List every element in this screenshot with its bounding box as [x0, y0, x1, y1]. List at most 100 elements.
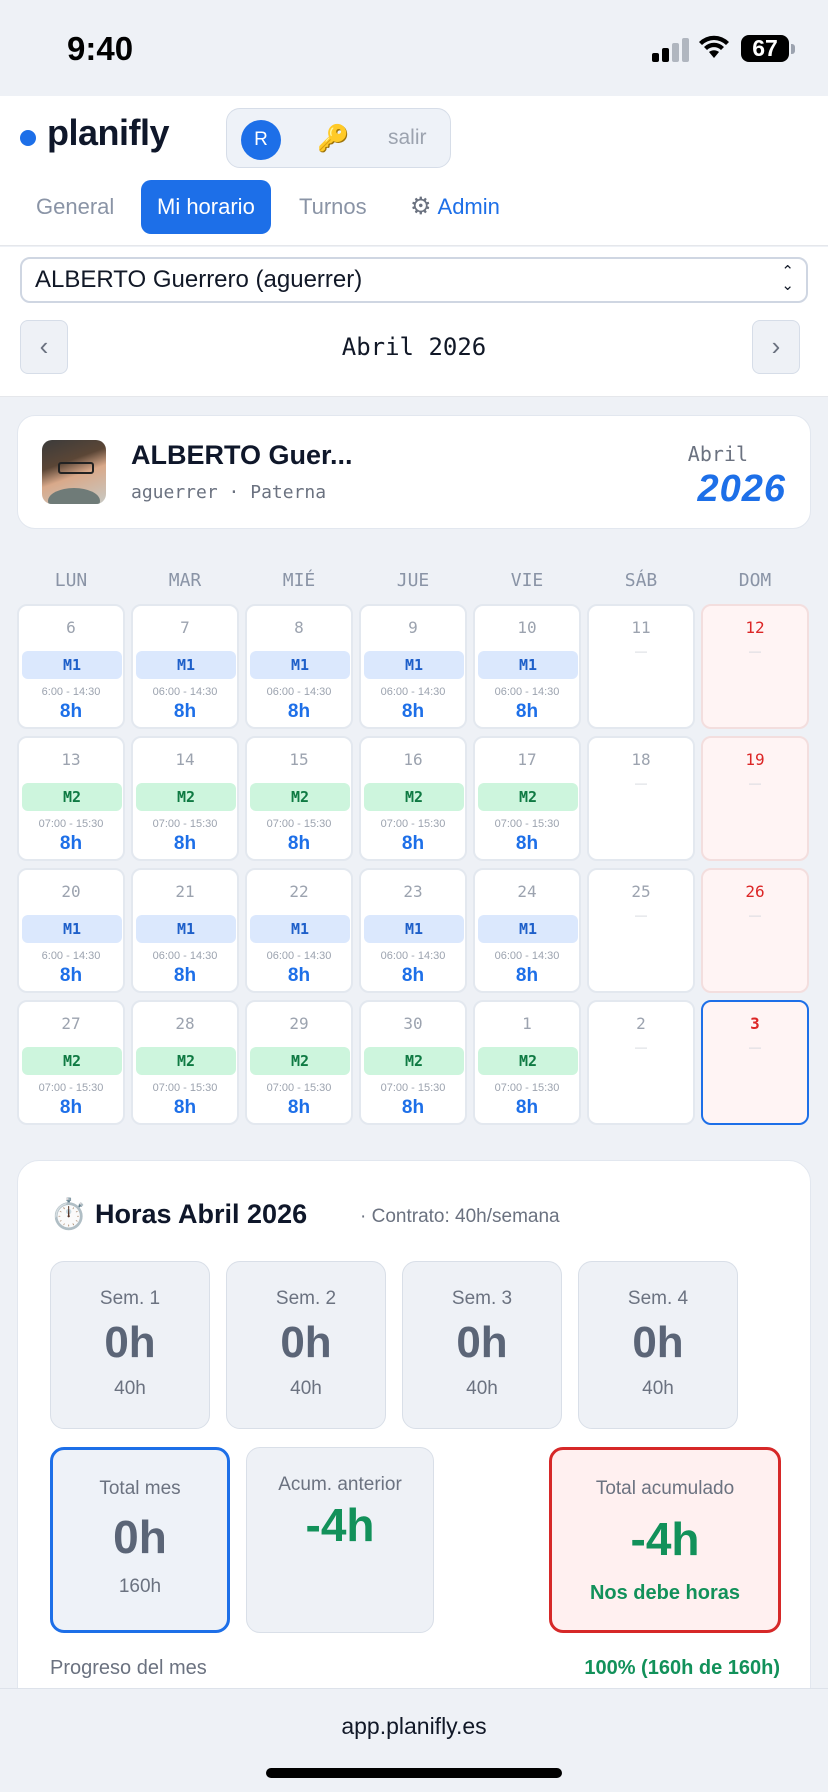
employee-select[interactable]: ALBERTO Guerrero (aguerrer) ⌃ ⌄	[20, 257, 808, 303]
day-number: 2	[636, 1014, 646, 1033]
shift-hours: 8h	[287, 701, 311, 722]
shift-badge: M2	[364, 1047, 464, 1075]
day-number: 15	[289, 750, 309, 769]
shift-badge: M2	[22, 1047, 122, 1075]
calendar-day-cell[interactable]: 19 —	[701, 736, 809, 861]
calendar-day-cell[interactable]: 20 M1 6:00 - 14:30 8h	[17, 868, 125, 993]
home-indicator[interactable]	[266, 1768, 562, 1778]
week-label: Sem. 1	[99, 1288, 161, 1309]
calendar-day-cell[interactable]: 22 M1 06:00 - 14:30 8h	[245, 868, 353, 993]
calendar-day-cell[interactable]: 12 —	[701, 604, 809, 729]
tab-mi-horario[interactable]: Mi horario	[141, 180, 271, 234]
profile-year: 2026	[697, 468, 786, 510]
calendar-day-cell[interactable]: 9 M1 06:00 - 14:30 8h	[359, 604, 467, 729]
shift-hours: 8h	[173, 965, 197, 986]
shift-time: 07:00 - 15:30	[380, 1082, 446, 1094]
battery-icon: 67	[741, 35, 795, 62]
day-number: 27	[61, 1014, 81, 1033]
weekday-label: MIÉ	[282, 570, 316, 591]
weekday-label: VIE	[510, 570, 544, 591]
day-number: 14	[175, 750, 195, 769]
shift-badge: M2	[136, 783, 236, 811]
day-number: 28	[175, 1014, 195, 1033]
calendar-day-cell[interactable]: 2—	[587, 1000, 695, 1125]
day-number: 20	[61, 882, 81, 901]
no-shift-dash: —	[635, 1040, 647, 1054]
shift-badge: M1	[250, 651, 350, 679]
tab-admin[interactable]: ⚙ Admin	[394, 180, 516, 234]
profile-card: ALBERTO Guer... aguerrer · Paterna Abril…	[17, 415, 811, 529]
stopwatch-icon: ⏱️	[50, 1198, 88, 1231]
day-number: 13	[61, 750, 81, 769]
day-number: 18	[631, 750, 651, 769]
week-hours-box: Sem. 4 0h 40h	[578, 1261, 738, 1429]
weekday-label: DOM	[738, 570, 772, 591]
no-shift-dash: —	[749, 776, 761, 790]
shift-badge: M1	[364, 915, 464, 943]
calendar-day-cell[interactable]: 7 M1 06:00 - 14:30 8h	[131, 604, 239, 729]
shift-badge: M2	[22, 783, 122, 811]
tab-general[interactable]: General	[20, 180, 130, 234]
calendar-day-cell[interactable]: 15 M2 07:00 - 15:30 8h	[245, 736, 353, 861]
calendar-day-cell[interactable]: 6 M1 6:00 - 14:30 8h	[17, 604, 125, 729]
total-month-value: 0h	[113, 1511, 167, 1563]
logout-button[interactable]: salir	[388, 126, 427, 150]
browser-address-bar[interactable]: app.planifly.es	[0, 1688, 828, 1792]
day-number: 3	[750, 1014, 760, 1033]
week-hours-box: Sem. 3 0h 40h	[402, 1261, 562, 1429]
total-month-box: Total mes 0h 160h	[50, 1447, 230, 1633]
week-target: 40h	[290, 1378, 322, 1399]
calendar-day-cell[interactable]: 26 —	[701, 868, 809, 993]
day-number: 17	[517, 750, 537, 769]
week-label: Sem. 3	[451, 1288, 513, 1309]
calendar-day-cell[interactable]: 30 M2 07:00 - 15:30 8h	[359, 1000, 467, 1125]
avatar[interactable]: R	[241, 120, 281, 160]
shift-time: 07:00 - 15:30	[494, 818, 560, 830]
accumulated-total-box: Total acumulado -4h Nos debe horas	[549, 1447, 781, 1633]
shift-time: 07:00 - 15:30	[38, 818, 104, 830]
calendar-day-cell[interactable]: 27 M2 07:00 - 15:30 8h	[17, 1000, 125, 1125]
calendar-day-cell[interactable]: 11 —	[587, 604, 695, 729]
day-number: 1	[522, 1014, 532, 1033]
calendar-day-cell[interactable]: 23 M1 06:00 - 14:30 8h	[359, 868, 467, 993]
url-text[interactable]: app.planifly.es	[0, 1713, 828, 1740]
logo-dot-icon	[20, 130, 36, 146]
calendar-day-cell[interactable]: 17 M2 07:00 - 15:30 8h	[473, 736, 581, 861]
shift-time: 06:00 - 14:30	[152, 686, 218, 698]
employee-select-value: ALBERTO Guerrero (aguerrer)	[35, 266, 363, 293]
next-month-button[interactable]: ›	[752, 320, 800, 374]
app-logo[interactable]: planifly	[47, 112, 170, 154]
calendar-day-cell[interactable]: 29 M2 07:00 - 15:30 8h	[245, 1000, 353, 1125]
profile-photo	[42, 440, 106, 504]
day-number: 29	[289, 1014, 309, 1033]
shift-hours: 8h	[59, 1097, 83, 1118]
weekday-header: LUN MAR MIÉ JUE VIE SÁB DOM	[17, 570, 811, 594]
calendar-day-cell[interactable]: 14 M2 07:00 - 15:30 8h	[131, 736, 239, 861]
calendar-day-cell[interactable]: 25 —	[587, 868, 695, 993]
calendar-day-cell[interactable]: 21 M1 06:00 - 14:30 8h	[131, 868, 239, 993]
week-hours-box: Sem. 2 0h 40h	[226, 1261, 386, 1429]
day-number: 23	[403, 882, 423, 901]
key-icon[interactable]: 🔑	[317, 123, 349, 154]
contract-info: · Contrato: 40h/semana	[360, 1206, 560, 1227]
week-value: 0h	[280, 1318, 332, 1367]
profile-username: aguerrer	[131, 482, 218, 503]
calendar-day-cell[interactable]: 24 M1 06:00 - 14:30 8h	[473, 868, 581, 993]
calendar-day-cell[interactable]: 3—	[701, 1000, 809, 1125]
no-shift-dash: —	[635, 908, 647, 922]
calendar-day-cell[interactable]: 18 —	[587, 736, 695, 861]
shift-badge: M2	[250, 1047, 350, 1075]
calendar-day-cell[interactable]: 28 M2 07:00 - 15:30 8h	[131, 1000, 239, 1125]
shift-time: 07:00 - 15:30	[152, 1082, 218, 1094]
day-number: 21	[175, 882, 195, 901]
calendar-day-cell[interactable]: 1 M2 07:00 - 15:30 8h	[473, 1000, 581, 1125]
calendar-day-cell[interactable]: 8 M1 06:00 - 14:30 8h	[245, 604, 353, 729]
weekday-label: MAR	[168, 570, 202, 591]
profile-location: Paterna	[250, 482, 327, 503]
shift-badge: M2	[364, 783, 464, 811]
calendar-day-cell[interactable]: 10 M1 06:00 - 14:30 8h	[473, 604, 581, 729]
shift-time: 07:00 - 15:30	[38, 1082, 104, 1094]
tab-turnos[interactable]: Turnos	[283, 180, 383, 234]
calendar-day-cell[interactable]: 13 M2 07:00 - 15:30 8h	[17, 736, 125, 861]
calendar-day-cell[interactable]: 16 M2 07:00 - 15:30 8h	[359, 736, 467, 861]
